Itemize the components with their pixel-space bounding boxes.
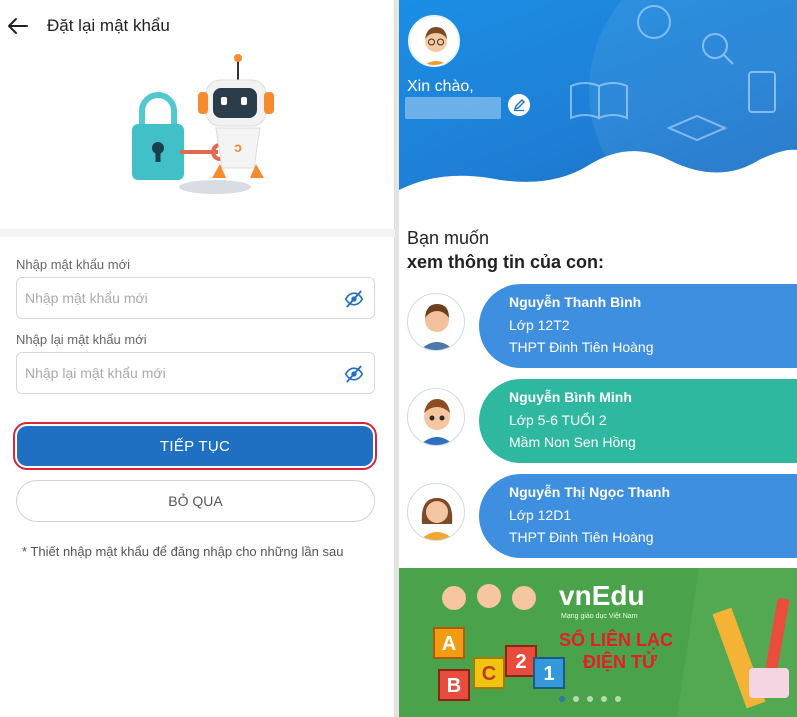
carousel-dot[interactable] [587, 696, 593, 702]
logo-vn: vn [559, 580, 592, 611]
header-hero: Xin chào, [399, 0, 797, 205]
child-item[interactable]: Nguyễn Thanh Bình Lớp 12T2 THPT Đinh Tiê… [399, 284, 797, 370]
block-a: A [442, 633, 456, 655]
child-avatar [407, 483, 465, 541]
child-school: Mầm Non Sen Hồng [509, 434, 636, 450]
child-name: Nguyễn Bình Minh [509, 389, 632, 405]
new-password-field[interactable] [16, 277, 375, 319]
robot-key-illustration: ɔ [132, 54, 274, 194]
helper-note: * Thiết nhập mật khẩu để đăng nhập cho n… [22, 544, 344, 559]
edit-pencil-icon[interactable] [508, 94, 530, 116]
new-password-input[interactable] [25, 278, 325, 318]
section-divider [0, 229, 395, 237]
carousel-dots[interactable] [559, 696, 621, 702]
carousel-dot[interactable] [601, 696, 607, 702]
block-2: 2 [515, 651, 526, 673]
reset-password-screen: Đặt lại mật khẩu ɔ Nhập mật khẩu mới Nhậ… [0, 0, 395, 717]
prompt-line-2: xem thông tin của con: [407, 252, 605, 272]
confirm-password-input[interactable] [25, 353, 325, 393]
child-school: THPT Đinh Tiên Hoàng [509, 339, 654, 355]
child-card: Nguyễn Bình Minh Lớp 5-6 TUỔI 2 Mầm Non … [479, 379, 797, 463]
child-class: Lớp 5-6 TUỔI 2 [509, 412, 607, 428]
back-arrow-icon[interactable] [6, 14, 30, 38]
child-school: THPT Đinh Tiên Hoàng [509, 529, 654, 545]
skip-button[interactable]: BỎ QUA [16, 480, 375, 522]
child-item[interactable]: Nguyễn Thị Ngọc Thanh Lớp 12D1 THPT Đinh… [399, 474, 797, 560]
abc-blocks: A B C 2 1 [433, 627, 565, 701]
banner-tagline: Mạng giáo dục Việt Nam [561, 613, 638, 620]
promo-banner[interactable]: A B C 2 1 vnEdu Mạng giáo dục Việt Nam S… [399, 568, 797, 717]
child-class: Lớp 12D1 [509, 507, 572, 523]
block-b: B [447, 675, 461, 697]
carousel-dot[interactable] [559, 696, 565, 702]
svg-text:ɔ: ɔ [234, 139, 242, 155]
child-avatar [407, 293, 465, 351]
child-card: Nguyễn Thị Ngọc Thanh Lớp 12D1 THPT Đinh… [479, 474, 797, 558]
page-title: Đặt lại mật khẩu [47, 16, 170, 35]
block-c: C [482, 663, 496, 685]
new-password-label: Nhập mật khẩu mới [16, 257, 131, 272]
vnedu-logo: vnEdu [559, 580, 645, 612]
eye-off-icon[interactable] [344, 364, 364, 384]
greeting-text: Xin chào, [407, 78, 474, 95]
child-select-screen: Xin chào, Bạn muốn xem thông tin của con… [399, 0, 797, 717]
child-card: Nguyễn Thanh Bình Lớp 12T2 THPT Đinh Tiê… [479, 284, 797, 368]
child-name: Nguyễn Thanh Bình [509, 294, 642, 310]
child-class: Lớp 12T2 [509, 317, 570, 333]
block-1: 1 [543, 663, 554, 685]
avatar[interactable] [408, 15, 460, 67]
banner-slogan-line-1: SỔ LIÊN LẠC [559, 630, 674, 650]
confirm-password-field[interactable] [16, 352, 375, 394]
child-item[interactable]: Nguyễn Bình Minh Lớp 5-6 TUỔI 2 Mầm Non … [399, 379, 797, 465]
prompt-line-1: Bạn muốn [407, 228, 490, 248]
user-name-redacted [405, 97, 501, 119]
logo-edu: Edu [591, 580, 645, 611]
top-bar: Đặt lại mật khẩu [0, 0, 395, 52]
continue-button[interactable]: TIẾP TỤC [17, 426, 373, 466]
eye-off-icon[interactable] [344, 289, 364, 309]
banner-slogan-line-2: ĐIỆN TỬ [583, 652, 657, 672]
carousel-dot[interactable] [615, 696, 621, 702]
confirm-password-label: Nhập lại mật khẩu mới [16, 332, 147, 347]
child-name: Nguyễn Thị Ngọc Thanh [509, 484, 670, 500]
continue-button-highlight: TIẾP TỤC [13, 422, 377, 470]
child-avatar [407, 388, 465, 446]
carousel-dot[interactable] [573, 696, 579, 702]
